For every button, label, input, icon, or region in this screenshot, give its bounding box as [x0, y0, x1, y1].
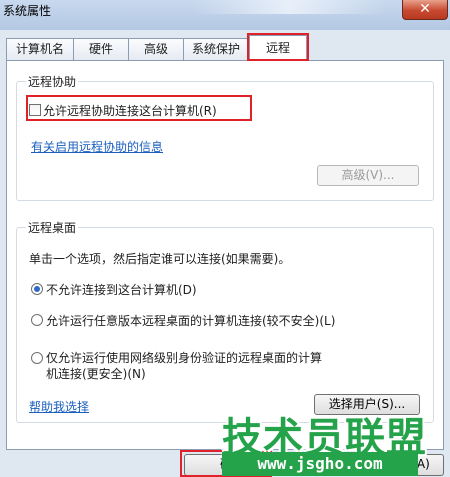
- watermark-url: www.jsgho.com: [222, 452, 418, 476]
- radio-deny-connections[interactable]: [31, 283, 43, 295]
- tab-system-protection[interactable]: 系统保护: [183, 38, 249, 60]
- window-title: 系统属性: [3, 4, 52, 18]
- close-button[interactable]: ✕: [402, 0, 448, 20]
- tab-hardware[interactable]: 硬件: [73, 38, 129, 60]
- highlight-tab-remote: [247, 33, 309, 61]
- advanced-button[interactable]: 高级(V)...: [317, 165, 419, 186]
- remote-assistance-title: 远程协助: [26, 73, 79, 90]
- tab-computer-name[interactable]: 计算机名: [6, 38, 74, 60]
- remote-desktop-title: 远程桌面: [26, 219, 79, 236]
- radio-allow-any-version[interactable]: [31, 314, 43, 326]
- remote-desktop-group: 远程桌面 单击一个选项，然后指定谁可以连接(如果需要)。 不允许连接到这台计算机…: [16, 219, 434, 423]
- title-bar: 系统属性 ✕: [0, 0, 450, 30]
- tab-advanced[interactable]: 高级: [128, 38, 184, 60]
- radio-deny-connections-label[interactable]: 不允许连接到这台计算机(D): [46, 281, 197, 298]
- help-me-choose-link[interactable]: 帮助我选择: [29, 398, 89, 415]
- title-blur: [195, 0, 385, 14]
- highlight-allow-remote-assistance: [26, 95, 252, 121]
- remote-assistance-info-link[interactable]: 有关启用远程协助的信息: [31, 138, 163, 155]
- radio-allow-nla-only-label-line1[interactable]: 仅允许运行使用网络级别身份验证的远程桌面的计算: [46, 349, 322, 366]
- remote-desktop-instruction: 单击一个选项，然后指定谁可以连接(如果需要)。: [29, 252, 291, 266]
- tab-strip: 计算机名 硬件 高级 系统保护 远程: [0, 35, 450, 61]
- radio-allow-nla-only-label-line2[interactable]: 机连接(更安全)(N): [46, 365, 146, 382]
- radio-allow-any-version-label[interactable]: 允许运行任意版本远程桌面的计算机连接(较不安全)(L): [46, 312, 335, 329]
- radio-allow-nla-only[interactable]: [31, 352, 43, 364]
